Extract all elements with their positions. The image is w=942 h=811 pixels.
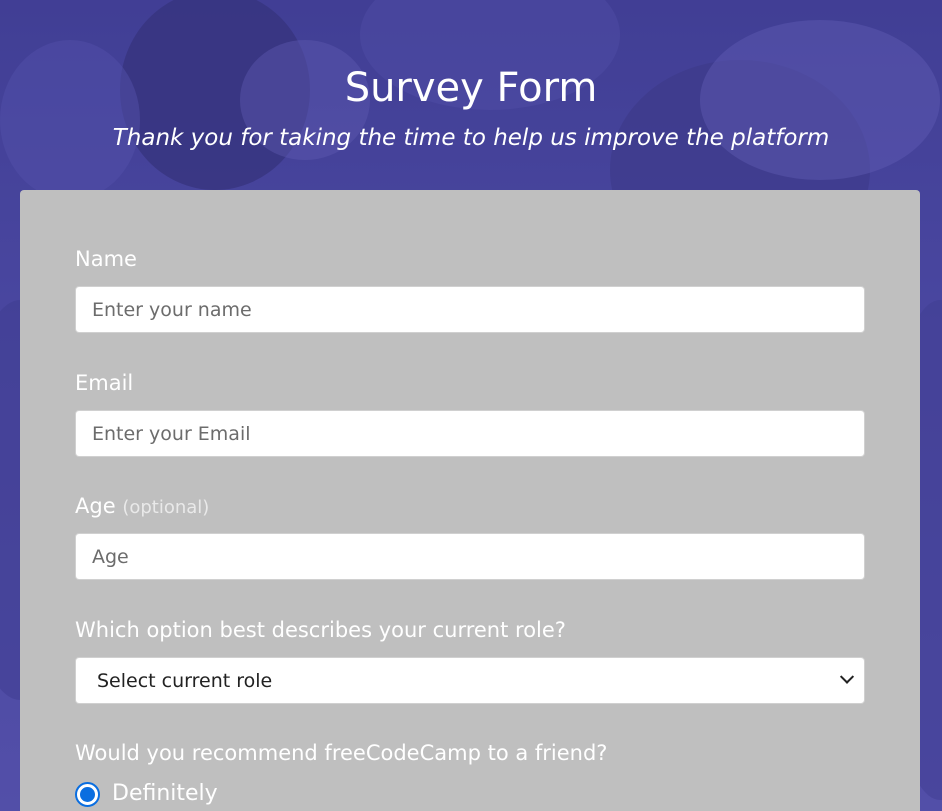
email-label: Email (75, 370, 133, 396)
recommend-option-label: Definitely (112, 781, 218, 806)
name-label-text: Name (75, 247, 137, 271)
role-label-text: Which option best describes your current… (75, 618, 566, 642)
age-label: Age (optional) (75, 493, 209, 521)
role-label: Which option best describes your current… (75, 617, 566, 643)
email-input[interactable] (75, 410, 865, 457)
chevron-down-icon (839, 669, 855, 684)
radio-checked-icon[interactable] (75, 781, 100, 807)
recommend-label-text: Would you recommend freeCodeCamp to a fr… (75, 741, 608, 765)
email-label-text: Email (75, 371, 134, 395)
recommend-label: Would you recommend freeCodeCamp to a fr… (75, 740, 607, 766)
survey-form: Name Email Age (optional) Which option b… (20, 190, 920, 811)
age-input[interactable] (75, 533, 865, 580)
name-label: Name (75, 246, 137, 272)
page-title: Survey Form (344, 65, 598, 111)
age-label-text: Age (75, 494, 116, 518)
page-description: Thank you for taking the time to help us… (112, 125, 830, 151)
recommend-option-definitely[interactable]: Definitely (75, 781, 218, 807)
age-optional-hint: (optional) (122, 497, 210, 518)
name-input[interactable] (75, 286, 865, 333)
role-dropdown[interactable]: Select current role (75, 657, 865, 704)
role-selected-value: Select current role (97, 669, 273, 692)
